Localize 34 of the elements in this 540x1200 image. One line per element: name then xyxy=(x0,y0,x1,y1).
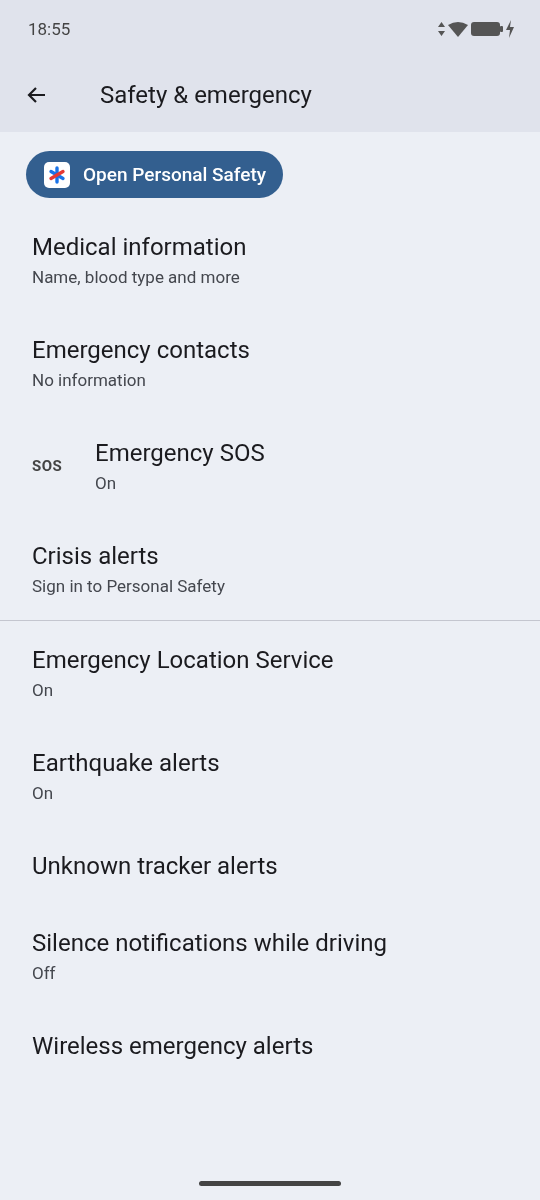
item-title: Emergency contacts xyxy=(32,335,250,364)
item-subtitle: Sign in to Personal Safety xyxy=(32,575,225,596)
charging-icon xyxy=(506,20,514,38)
wifi-icon xyxy=(448,21,468,37)
item-title: Emergency SOS xyxy=(95,438,265,467)
item-subtitle: On xyxy=(95,472,118,493)
settings-item[interactable]: Emergency Location Service On xyxy=(0,621,540,724)
item-title: Medical information xyxy=(32,232,247,261)
settings-item[interactable]: Crisis alerts Sign in to Personal Safety xyxy=(0,517,540,620)
settings-item[interactable]: Silence notifications while driving Off xyxy=(0,904,540,1007)
settings-item[interactable]: SOS Emergency SOS On xyxy=(0,414,540,517)
item-title: Wireless emergency alerts xyxy=(32,1031,314,1060)
open-personal-safety-button[interactable]: Open Personal Safety xyxy=(26,151,284,198)
asterisk-icon xyxy=(44,161,70,188)
page-title: Safety & emergency xyxy=(100,81,312,109)
settings-item[interactable]: Earthquake alerts On xyxy=(0,724,540,827)
sos-icon: SOS xyxy=(32,456,95,475)
item-subtitle: Off xyxy=(32,962,57,983)
status-time: 18:55 xyxy=(28,19,71,39)
settings-item[interactable]: Emergency contacts No information xyxy=(0,311,540,414)
settings-item[interactable]: Wireless emergency alerts xyxy=(0,1007,540,1084)
item-title: Earthquake alerts xyxy=(32,748,220,777)
item-title: Unknown tracker alerts xyxy=(32,851,278,880)
settings-item[interactable]: Unknown tracker alerts xyxy=(0,827,540,904)
settings-item[interactable]: Medical information Name, blood type and more xyxy=(0,208,540,311)
item-subtitle: On xyxy=(32,679,55,700)
data-arrows-icon xyxy=(438,22,445,36)
item-title: Silence notifications while driving xyxy=(32,928,387,957)
item-title: Crisis alerts xyxy=(32,541,160,570)
item-title: Emergency Location Service xyxy=(32,645,334,674)
item-subtitle: On xyxy=(32,782,55,803)
battery-icon xyxy=(471,21,503,37)
item-subtitle: Name, blood type and more xyxy=(32,266,241,287)
item-subtitle: No information xyxy=(32,369,147,390)
